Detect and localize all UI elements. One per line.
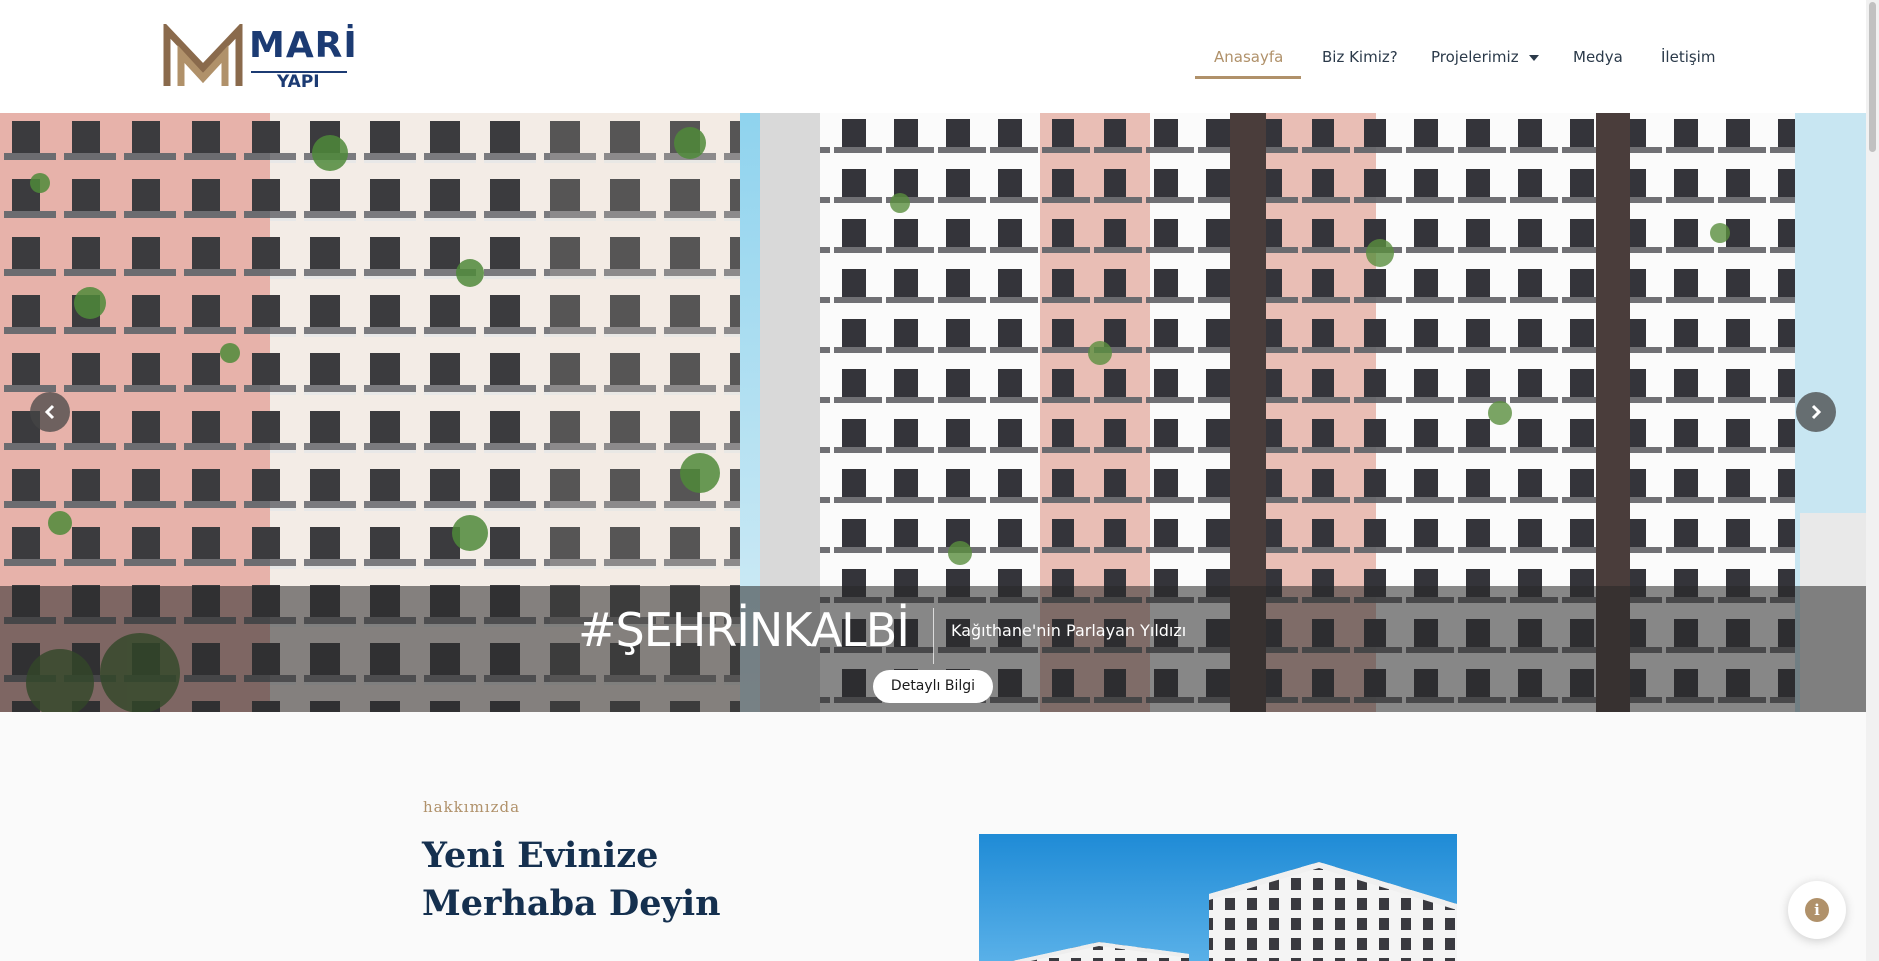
- scrollbar-thumb[interactable]: [1869, 2, 1876, 152]
- nav-item-medya[interactable]: Medya: [1573, 48, 1623, 66]
- active-nav-indicator: [1195, 76, 1301, 79]
- chevron-right-icon: [1811, 404, 1822, 420]
- slide-subtitle: Kağıthane'nin Parlayan Yıldızı: [951, 621, 1187, 640]
- building-photo: [979, 834, 1457, 961]
- slider-next-button[interactable]: [1796, 392, 1836, 432]
- chevron-left-icon: [44, 404, 55, 420]
- nav-item-projelerimiz[interactable]: Projelerimiz: [1431, 48, 1539, 66]
- slider-prev-button[interactable]: [30, 392, 70, 432]
- nav-item-anasayfa[interactable]: Anasayfa: [1214, 48, 1283, 66]
- info-icon: i: [1805, 898, 1829, 922]
- about-building-image: [979, 834, 1457, 961]
- caption-divider: [933, 608, 934, 664]
- detail-button[interactable]: Detaylı Bilgi: [873, 670, 993, 703]
- nav-item-iletisim[interactable]: İletişim: [1661, 48, 1715, 66]
- nav-item-projelerimiz-label: Projelerimiz: [1431, 48, 1519, 66]
- about-title: Yeni Evinize Merhaba Deyin: [422, 835, 721, 924]
- info-button[interactable]: i: [1788, 881, 1846, 939]
- about-section: hakkımızda Yeni Evinize Merhaba Deyin: [0, 712, 1866, 961]
- hero-slider: #ŞEHRİNKALBİ Kağıthane'nin Parlayan Yıld…: [0, 113, 1866, 712]
- chevron-down-icon: [1528, 54, 1539, 61]
- main-nav: Anasayfa Biz Kimiz? Projelerimiz Medya İ…: [0, 38, 1866, 78]
- page-scrollbar[interactable]: [1866, 0, 1879, 961]
- site-header: MARİ YAPI Anasayfa Biz Kimiz? Projelerim…: [0, 0, 1866, 113]
- about-eyebrow: hakkımızda: [423, 798, 521, 816]
- slide-title: #ŞEHRİNKALBİ: [578, 603, 910, 657]
- nav-item-biz-kimiz[interactable]: Biz Kimiz?: [1322, 48, 1398, 66]
